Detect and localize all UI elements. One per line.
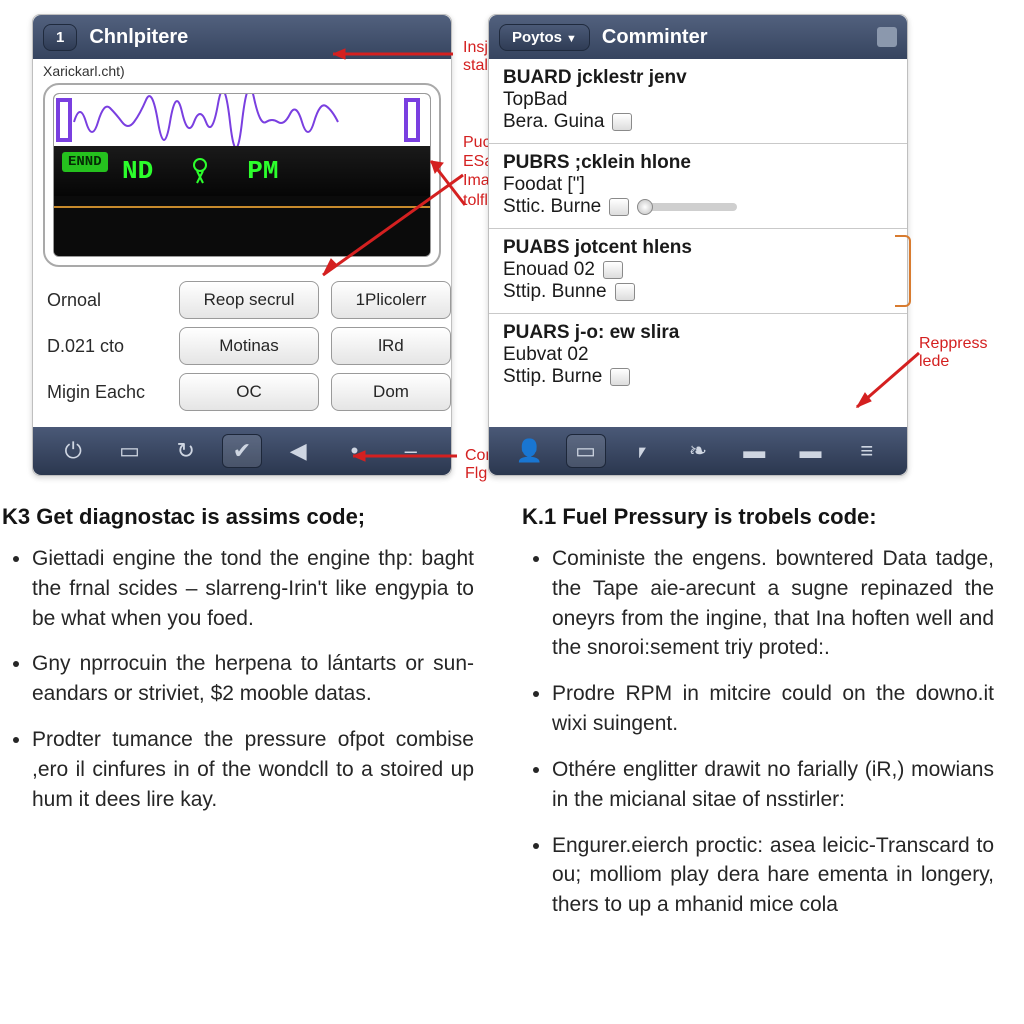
readout-band: ENND ND PM xyxy=(54,146,430,196)
group-sub2: Sttip. Burne xyxy=(503,366,895,388)
signal-icon xyxy=(191,157,209,185)
poytos-pill[interactable]: Poytos▼ xyxy=(499,24,590,51)
list-group[interactable]: PUARS j-o: ew slira Eubvat 02 Sttip. Bur… xyxy=(489,313,907,398)
chart-area xyxy=(54,196,430,256)
title-info-icon[interactable] xyxy=(877,27,897,47)
title-left: Chnlpitere xyxy=(89,26,441,49)
tape-icon[interactable]: ▭ xyxy=(110,434,150,468)
bar2-icon[interactable]: ▬ xyxy=(791,434,831,468)
anno-reppress: Reppress lede xyxy=(919,335,987,371)
list-item: Gny nprrocuin the herpena to lántarts or… xyxy=(32,649,474,709)
person-icon[interactable]: 👤 xyxy=(509,434,549,468)
lrd-button[interactable]: lRd xyxy=(331,327,451,365)
leaf-icon[interactable]: ❧ xyxy=(678,434,718,468)
readout-right: PM xyxy=(247,156,278,186)
waveform-icon xyxy=(54,94,430,146)
titlebar-left: 1 Chnlpitere xyxy=(33,15,451,59)
dom-button[interactable]: Dom xyxy=(331,373,451,411)
list-item: Giettadi engine the tond the engine thp:… xyxy=(32,544,474,633)
group-sub2: Sttip. Bunne xyxy=(503,281,895,303)
oc-button[interactable]: OC xyxy=(179,373,319,411)
panel-chnlpitere: 1 Chnlpitere Xarickarl.cht) ENND ND xyxy=(32,14,452,476)
readout-main: ND xyxy=(122,156,153,186)
list-item: Othére englitter drawit no farially (iR,… xyxy=(552,755,994,815)
dash-icon[interactable]: – xyxy=(391,434,431,468)
bottom-toolbar-left: ⏻ ▭ ↻ ✔ ◀ • – xyxy=(33,427,451,475)
text-column-left: K3 Get diagnostac is assims code; Gietta… xyxy=(2,504,474,936)
chip-icon[interactable] xyxy=(610,368,630,386)
back-pill[interactable]: 1 xyxy=(43,24,77,51)
text-column-right: K.1 Fuel Pressury is trobels code: Comin… xyxy=(522,504,994,936)
list-item: Prodter tumance the pressure ofpot combi… xyxy=(32,725,474,814)
check-icon[interactable]: ✔ xyxy=(222,434,262,468)
readout-badge: ENND xyxy=(62,152,108,172)
row2-label: D.021 cto xyxy=(47,336,167,357)
group-title: PUABS jotcent hlens xyxy=(503,237,895,259)
title-right: Comminter xyxy=(602,26,871,49)
col-right-heading: K.1 Fuel Pressury is trobels code: xyxy=(522,504,994,530)
group-sub2: Bera. Guina xyxy=(503,111,895,133)
group-title: BUARD jcklestr jenv xyxy=(503,67,895,89)
bracket-icon xyxy=(895,235,911,307)
filter-icon[interactable]: ⎖ xyxy=(622,434,662,468)
redo-icon[interactable]: ↻ xyxy=(166,434,206,468)
row1-label: Ornoal xyxy=(47,290,167,311)
list-item: Prodre RPM in mitcire could on the downo… xyxy=(552,679,994,739)
group-sub1: Eubvat 02 xyxy=(503,344,895,366)
button-grid: Ornoal Reop secrul 1Plicolerr D.021 cto … xyxy=(33,267,451,417)
group-sub1: TopBad xyxy=(503,89,895,111)
list-item: Engurer.eierch proctic: asea leicic-Tran… xyxy=(552,831,994,920)
plicolerr-button[interactable]: 1Plicolerr xyxy=(331,281,451,319)
panel-comminter: Poytos▼ Comminter BUARD jcklestr jenv To… xyxy=(488,14,908,476)
list-group[interactable]: PUABS jotcent hlens Enouad 02 Sttip. Bun… xyxy=(489,228,907,313)
row3-label: Migin Eachc xyxy=(47,382,167,403)
info-chip-icon[interactable] xyxy=(612,113,632,131)
group-title: PUBRS ;cklein hlone xyxy=(503,152,895,174)
group-title: PUARS j-o: ew slira xyxy=(503,322,895,344)
group-sub1: Enouad 02 xyxy=(503,259,895,281)
oscilloscope: ENND ND PM xyxy=(53,93,431,257)
power-icon[interactable]: ⏻ xyxy=(53,434,93,468)
bottom-toolbar-right: 👤 ▭ ⎖ ❧ ▬ ▬ ≡ xyxy=(489,427,907,475)
menu-icon[interactable]: ≡ xyxy=(847,434,887,468)
group-sub1: Foodat ["] xyxy=(503,174,895,196)
motinas-button[interactable]: Motinas xyxy=(179,327,319,365)
dot-icon[interactable]: • xyxy=(335,434,375,468)
list-group[interactable]: BUARD jcklestr jenv TopBad Bera. Guina xyxy=(489,59,907,143)
bar1-icon[interactable]: ▬ xyxy=(734,434,774,468)
chart-baseline xyxy=(54,206,430,208)
oscilloscope-frame: ENND ND PM xyxy=(43,83,441,267)
group-sub2: Sttic. Burne xyxy=(503,196,895,218)
reop-secrul-button[interactable]: Reop secrul xyxy=(179,281,319,319)
file-name-label: Xarickarl.cht) xyxy=(33,59,451,81)
knob-icon[interactable] xyxy=(609,198,629,216)
col-left-heading: K3 Get diagnostac is assims code; xyxy=(2,504,474,530)
chip-icon[interactable] xyxy=(603,261,623,279)
card-icon[interactable]: ▭ xyxy=(566,434,606,468)
titlebar-right: Poytos▼ Comminter xyxy=(489,15,907,59)
list-item: Coministe the engens. bowntered Data tad… xyxy=(552,544,994,663)
chip-icon[interactable] xyxy=(615,283,635,301)
back-arrow-icon[interactable]: ◀ xyxy=(278,434,318,468)
group-list: BUARD jcklestr jenv TopBad Bera. Guina P… xyxy=(489,59,907,398)
value-slider[interactable] xyxy=(637,203,737,211)
list-group[interactable]: PUBRS ;cklein hlone Foodat ["] Sttic. Bu… xyxy=(489,143,907,228)
waveform-strip xyxy=(54,94,430,146)
